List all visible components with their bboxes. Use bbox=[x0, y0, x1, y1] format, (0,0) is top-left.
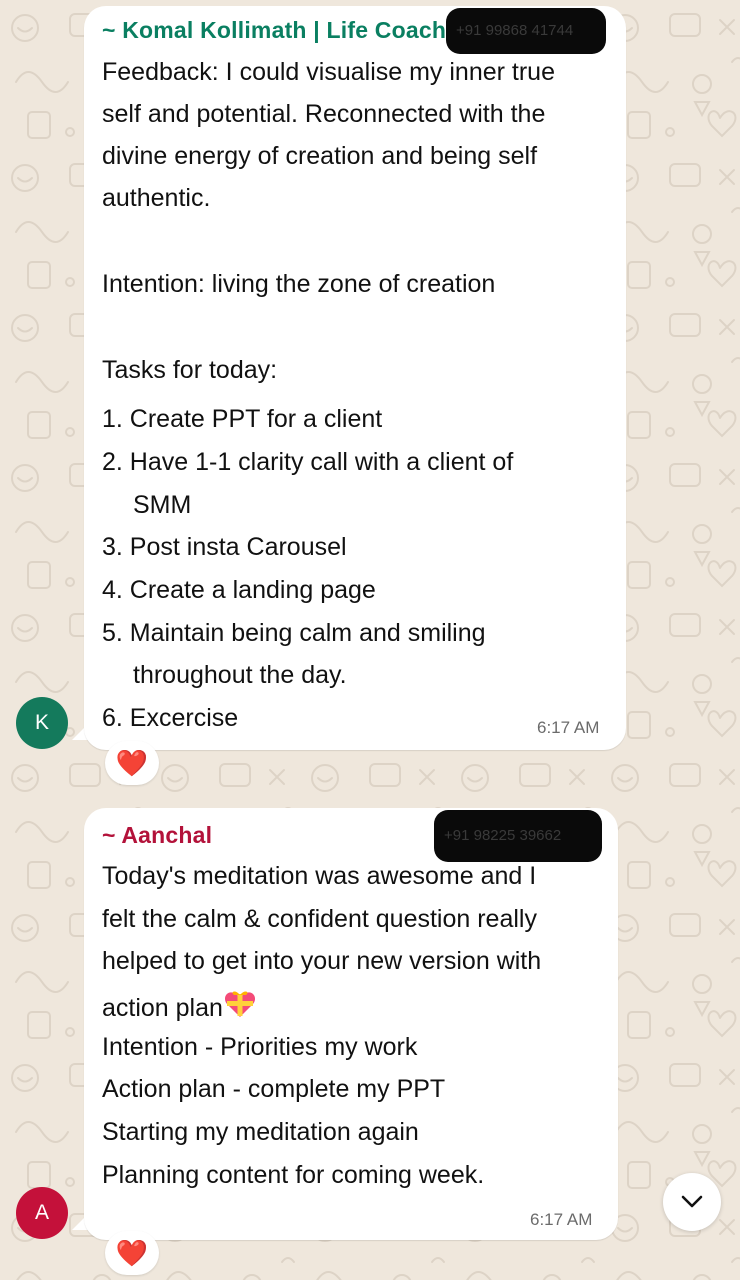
message-text-line: Today's meditation was awesome and I bbox=[102, 862, 537, 890]
message-text-line: 5. Maintain being calm and smiling bbox=[102, 619, 486, 647]
message-text-line: action plan bbox=[102, 989, 256, 1023]
message-text-line: self and potential. Reconnected with the bbox=[102, 100, 546, 128]
message-text-line: throughout the day. bbox=[133, 661, 347, 689]
message-text-line: Action plan - complete my PPT bbox=[102, 1075, 446, 1103]
message-text-line: Tasks for today: bbox=[102, 356, 278, 384]
message-text-line: Feedback: I could visualise my inner tru… bbox=[102, 58, 555, 86]
avatar[interactable]: K bbox=[16, 697, 68, 749]
scroll-to-bottom-button[interactable] bbox=[663, 1173, 721, 1231]
sender-name[interactable]: ~ Aanchal bbox=[102, 822, 212, 849]
message-text-line: 6. Excercise bbox=[102, 704, 239, 732]
message-text-line: helped to get into your new version with bbox=[102, 947, 542, 975]
avatar[interactable]: A bbox=[16, 1187, 68, 1239]
message-bubble[interactable]: ~ Komal Kollimath | Life Coach +91 99868… bbox=[84, 6, 626, 750]
heart-reaction-icon[interactable]: ❤️ bbox=[105, 741, 159, 785]
message-text-line: Starting my meditation again bbox=[102, 1118, 419, 1146]
message-text-fragment: action plan bbox=[102, 994, 223, 1022]
message-text-line: 2. Have 1-1 clarity call with a client o… bbox=[102, 448, 514, 476]
heart-reaction-icon[interactable]: ❤️ bbox=[105, 1231, 159, 1275]
message-text-line: 1. Create PPT for a client bbox=[102, 405, 383, 433]
message-text-line: Intention: living the zone of creation bbox=[102, 270, 496, 298]
heart-gift-icon bbox=[224, 991, 255, 1017]
message-text-line: Planning content for coming week. bbox=[102, 1161, 485, 1189]
message-text-line: authentic. bbox=[102, 184, 211, 212]
message-bubble[interactable]: ~ Aanchal +91 98225 39662 Today's medita… bbox=[84, 808, 618, 1240]
message-text-line: felt the calm & confident question reall… bbox=[102, 905, 537, 933]
message-text-line: 3. Post insta Carousel bbox=[102, 533, 347, 561]
message-timestamp: 6:17 AM bbox=[537, 718, 600, 737]
message-text-line: Intention - Priorities my work bbox=[102, 1033, 418, 1061]
chevron-down-icon bbox=[681, 1195, 703, 1208]
redacted-phone-number: +91 98225 39662 bbox=[434, 810, 602, 862]
message-text-line: divine energy of creation and being self bbox=[102, 142, 538, 170]
message-text-line: SMM bbox=[133, 491, 192, 519]
redacted-phone-number: +91 99868 41744 bbox=[446, 8, 606, 54]
message-timestamp: 6:17 AM bbox=[530, 1210, 593, 1229]
message-text-line: 4. Create a landing page bbox=[102, 576, 376, 604]
sender-name[interactable]: ~ Komal Kollimath | Life Coach bbox=[102, 17, 446, 44]
